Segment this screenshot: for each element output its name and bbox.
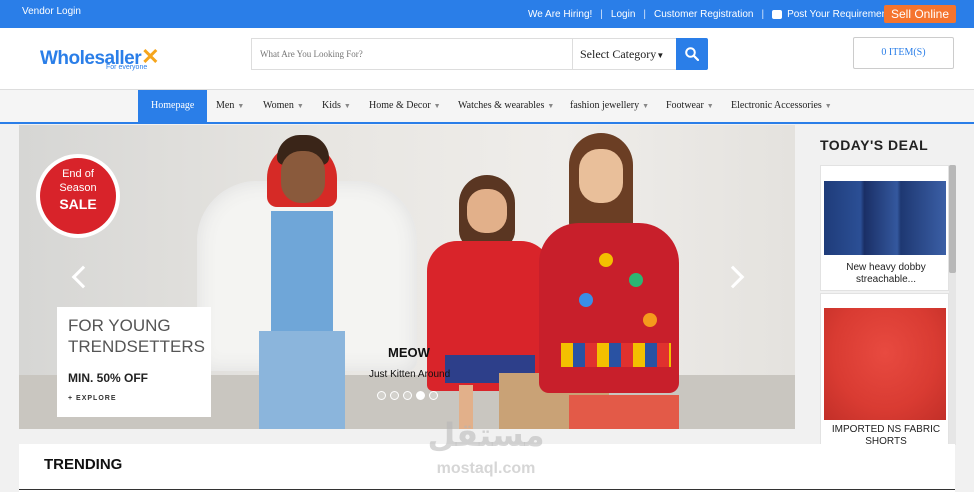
nav-item-kids[interactable]: Kids ▼: [322, 90, 351, 122]
search-icon: [685, 47, 699, 61]
search-bar: Select Category▼: [251, 38, 708, 70]
post-requirement-link[interactable]: Post Your Requirement: [787, 9, 890, 20]
nav-item-watches[interactable]: Watches & wearables ▼: [458, 90, 554, 122]
nav-label: Watches & wearables: [458, 100, 545, 111]
caret-down-icon: ▼: [547, 102, 555, 110]
main-nav: Homepage Men ▼ Women ▼ Kids ▼ Home & Decor ▼…: [0, 90, 974, 124]
caret-down-icon: ▼: [642, 102, 650, 110]
search-input[interactable]: [260, 39, 560, 69]
chevron-left-icon[interactable]: [71, 265, 95, 289]
promo-offer: MIN. 50% OFF: [68, 371, 149, 385]
deal-scrollbar[interactable]: [949, 165, 956, 445]
caret-down-icon: ▼: [656, 51, 665, 60]
sell-online-button[interactable]: Sell Online: [884, 5, 956, 23]
nav-item-men[interactable]: Men ▼: [216, 90, 244, 122]
promo-line-1: FOR YOUNG: [68, 316, 171, 335]
caret-down-icon: ▼: [237, 102, 245, 110]
slider-dot[interactable]: [416, 391, 425, 400]
login-link[interactable]: Login: [611, 9, 635, 20]
briefcase-icon: [772, 10, 783, 19]
deal-card[interactable]: IMPORTED NS FABRIC SHORTS: [820, 293, 949, 447]
nav-label: Homepage: [151, 100, 195, 111]
logo-tagline: For everyone: [106, 64, 148, 71]
jeans-image: [824, 181, 946, 255]
badge-line-3: SALE: [59, 196, 97, 212]
nav-item-footwear[interactable]: Footwear ▼: [666, 90, 714, 122]
site-logo[interactable]: Wholesaller✕ For everyone: [40, 44, 160, 71]
separator: |: [643, 9, 646, 20]
end-of-season-sale-badge: End of Season SALE: [40, 158, 116, 234]
todays-deal-title: TODAY'S DEAL: [820, 137, 929, 153]
nav-item-electronics[interactable]: Electronic Accessories ▼: [731, 90, 832, 122]
slider-dot[interactable]: [429, 391, 438, 400]
slider-dot[interactable]: [390, 391, 399, 400]
watermark: مستقل mostaql.com: [424, 416, 548, 477]
watermark-latin: mostaql.com: [436, 460, 536, 477]
customer-registration-link[interactable]: Customer Registration: [654, 9, 753, 20]
nav-item-women[interactable]: Women ▼: [263, 90, 304, 122]
scrollbar-thumb[interactable]: [949, 165, 956, 273]
deal-label: New heavy dobby streachable...: [827, 262, 945, 286]
watermark-arabic: مستقل: [427, 416, 545, 454]
separator: |: [600, 9, 603, 20]
deal-label-line-1: New heavy dobby: [846, 262, 926, 273]
top-links: We Are Hiring! | Login | Customer Regist…: [528, 9, 890, 20]
caret-down-icon: ▼: [433, 102, 441, 110]
vendor-login-link[interactable]: Vendor Login: [22, 6, 81, 17]
slider-dots: [377, 391, 442, 400]
nav-label: fashion jewellery: [570, 100, 640, 111]
todays-deal-panel: TODAY'S DEAL New heavy dobby streachable…: [808, 125, 974, 447]
badge-line-2: Season: [59, 182, 97, 194]
badge-line-1: End of: [62, 168, 94, 180]
nav-item-jewellery[interactable]: fashion jewellery ▼: [570, 90, 649, 122]
category-label: Select Category: [580, 47, 657, 61]
trending-title: TRENDING: [44, 456, 123, 473]
chevron-right-icon[interactable]: [721, 265, 745, 289]
slide-caption-subtitle: Just Kitten Around: [369, 369, 451, 380]
girl-figure-right: [539, 133, 699, 429]
nav-label: Women: [263, 100, 294, 111]
top-bar: Vendor Login We Are Hiring! | Login | Cu…: [0, 0, 974, 28]
nav-item-homepage[interactable]: Homepage: [138, 90, 208, 124]
deal-label-line-1: IMPORTED NS FABRIC: [831, 424, 941, 435]
divider: [19, 489, 955, 490]
caret-down-icon: ▼: [343, 102, 351, 110]
deal-label-line-2: streachable...: [855, 274, 917, 285]
slider-dot[interactable]: [403, 391, 412, 400]
slide-caption-title: MEOW: [388, 345, 430, 360]
promo-box[interactable]: FOR YOUNG TRENDSETTERS MIN. 50% OFF + EXP…: [57, 307, 211, 417]
hero-slider: End of Season SALE FOR YOUNG TRENDSETTERS…: [19, 125, 795, 429]
promo-headline: FOR YOUNG TRENDSETTERS: [68, 315, 205, 357]
hiring-link[interactable]: We Are Hiring!: [528, 9, 592, 20]
shorts-image: [824, 308, 946, 420]
nav-label: Footwear: [666, 100, 704, 111]
nav-label: Men: [216, 100, 235, 111]
search-button[interactable]: [676, 38, 708, 70]
slider-dot[interactable]: [377, 391, 386, 400]
deal-card[interactable]: New heavy dobby streachable...: [820, 165, 949, 291]
nav-item-home-decor[interactable]: Home & Decor ▼: [369, 90, 441, 122]
caret-down-icon: ▼: [706, 102, 714, 110]
separator: |: [761, 9, 765, 20]
caret-down-icon: ▼: [824, 102, 832, 110]
promo-line-2: TRENDSETTERS: [68, 337, 205, 356]
cart-button[interactable]: 0 ITEM(S): [853, 37, 954, 69]
category-select[interactable]: Select Category▼: [572, 39, 676, 69]
nav-label: Kids: [322, 100, 341, 111]
nav-label: Electronic Accessories: [731, 100, 822, 111]
site-header: Wholesaller✕ For everyone Select Categor…: [0, 28, 974, 90]
caret-down-icon: ▼: [296, 102, 304, 110]
boy-figure: [187, 131, 427, 429]
explore-link[interactable]: + EXPLORE: [68, 395, 116, 402]
nav-label: Home & Decor: [369, 100, 431, 111]
